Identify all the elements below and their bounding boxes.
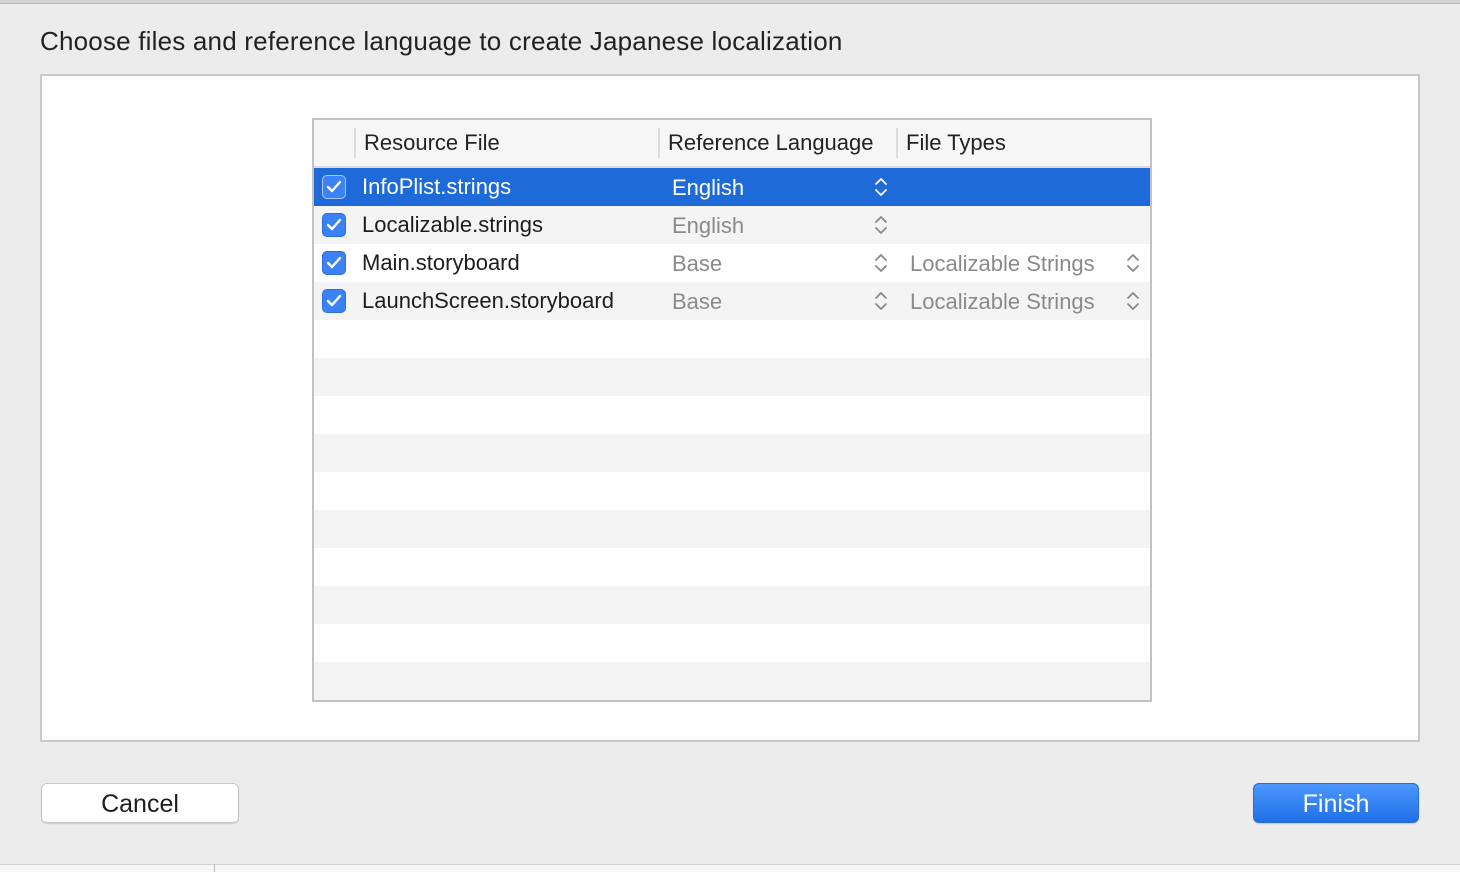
reference-language-popup[interactable]: Base <box>672 282 892 320</box>
cancel-button[interactable]: Cancel <box>41 783 239 823</box>
resource-file-name: LaunchScreen.storyboard <box>362 288 614 313</box>
file-type-popup[interactable]: Localizable Strings <box>910 282 1150 320</box>
include-checkbox[interactable] <box>322 175 346 199</box>
resource-table[interactable]: Resource File Reference Language File Ty… <box>312 118 1152 702</box>
reference-language-popup[interactable]: English <box>672 168 892 206</box>
reference-language-popup[interactable]: English <box>672 206 892 244</box>
empty-row <box>314 624 1150 662</box>
reference-language-popup[interactable]: Base <box>672 244 892 282</box>
resource-file-name: Main.storyboard <box>362 250 520 275</box>
column-header-file-types[interactable]: File Types <box>896 120 1150 166</box>
column-header-resource-file[interactable]: Resource File <box>354 120 658 166</box>
include-checkbox[interactable] <box>322 213 346 237</box>
empty-row <box>314 434 1150 472</box>
checkmark-icon <box>326 256 342 269</box>
finish-button[interactable]: Finish <box>1253 783 1419 823</box>
table-row[interactable]: Localizable.strings English <box>314 206 1150 244</box>
window-bottom-edge <box>0 864 1460 872</box>
up-down-chevron-icon[interactable] <box>1126 252 1140 274</box>
empty-row <box>314 586 1150 624</box>
up-down-chevron-icon[interactable] <box>874 252 888 274</box>
empty-row <box>314 396 1150 434</box>
empty-row <box>314 548 1150 586</box>
table-row[interactable]: Main.storyboard Base Localizable Strings <box>314 244 1150 282</box>
empty-row <box>314 320 1150 358</box>
include-checkbox[interactable] <box>322 289 346 313</box>
up-down-chevron-icon[interactable] <box>874 214 888 236</box>
file-type-popup[interactable]: Localizable Strings <box>910 244 1150 282</box>
checkmark-icon <box>326 180 342 193</box>
table-row[interactable]: LaunchScreen.storyboard Base Localizable… <box>314 282 1150 320</box>
column-header-reference-language[interactable]: Reference Language <box>658 120 896 166</box>
empty-row <box>314 358 1150 396</box>
up-down-chevron-icon[interactable] <box>1126 290 1140 312</box>
up-down-chevron-icon[interactable] <box>874 290 888 312</box>
empty-row <box>314 510 1150 548</box>
dialog-title: Choose files and reference language to c… <box>40 26 843 56</box>
window-top-edge <box>0 0 1460 4</box>
empty-row <box>314 472 1150 510</box>
resource-file-name: InfoPlist.strings <box>362 174 512 199</box>
checkmark-icon <box>326 218 342 231</box>
up-down-chevron-icon[interactable] <box>874 176 888 198</box>
content-panel: Resource File Reference Language File Ty… <box>40 74 1420 742</box>
divider <box>214 864 215 872</box>
table-header: Resource File Reference Language File Ty… <box>314 120 1150 168</box>
include-checkbox[interactable] <box>322 251 346 275</box>
table-row[interactable]: InfoPlist.strings English <box>314 168 1150 206</box>
empty-row <box>314 662 1150 700</box>
checkmark-icon <box>326 294 342 307</box>
resource-file-name: Localizable.strings <box>362 212 543 237</box>
